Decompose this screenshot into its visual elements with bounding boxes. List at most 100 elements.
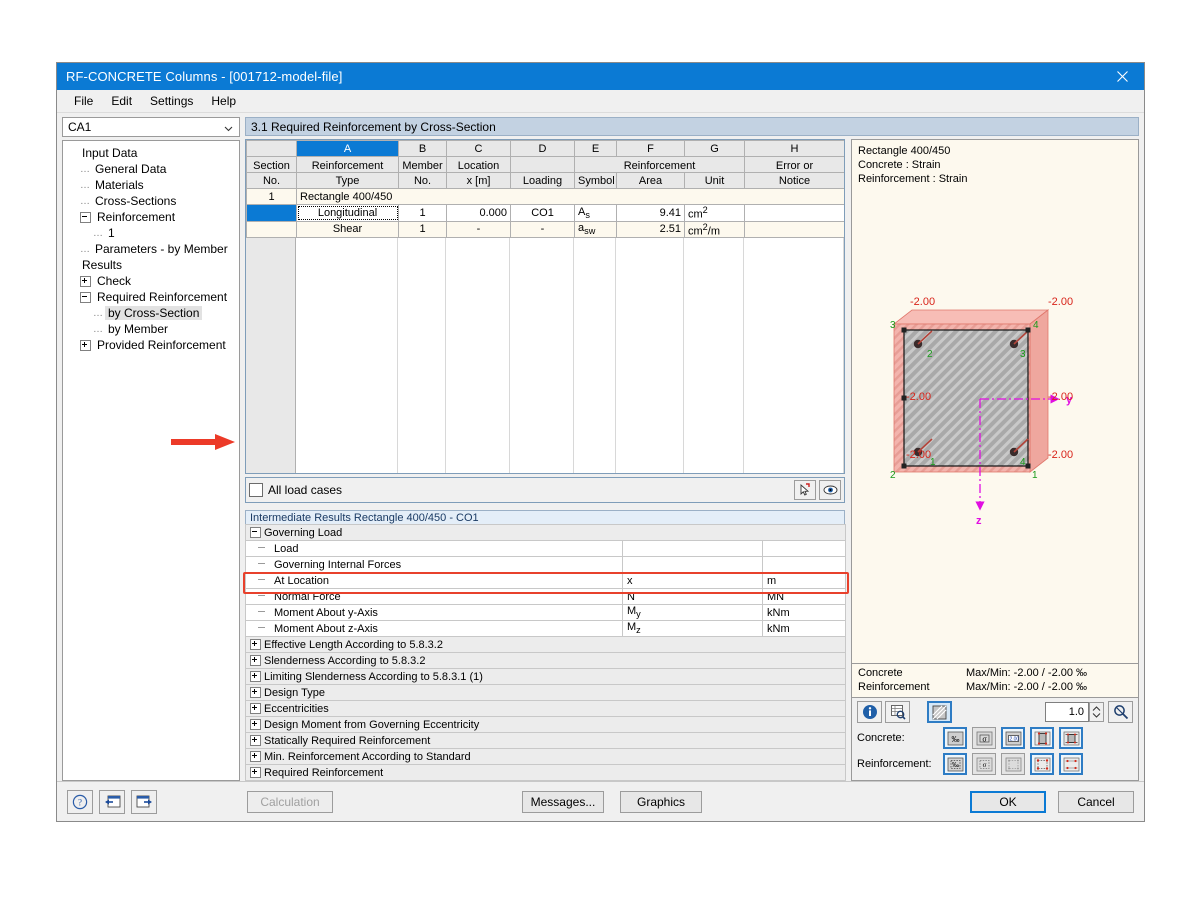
column-letter-f[interactable]: F (617, 141, 685, 157)
navigator-tree[interactable]: Input Data…General Data…Materials…Cross-… (62, 140, 240, 781)
tree-item-by-member[interactable]: …by Member (67, 321, 239, 337)
tree-item-materials[interactable]: …Materials (67, 177, 239, 193)
cross-section-view[interactable]: Rectangle 400/450 Concrete : Strain Rein… (851, 139, 1139, 664)
strain-permille-icon[interactable]: ‰ (943, 727, 967, 749)
expand-icon[interactable] (250, 719, 261, 730)
cell-member-no[interactable]: 1 (399, 221, 447, 238)
zoom-stepper[interactable] (1089, 702, 1104, 722)
intermediate-row[interactable]: Normal ForceN-3.38MN (246, 589, 846, 605)
table-row[interactable]: Longitudinal 1 0.000 CO1 As 9.41 cm2 (247, 205, 845, 222)
previous-view-icon[interactable] (99, 790, 125, 814)
value-box-icon[interactable]: -2.00 (1001, 727, 1025, 749)
intermediate-row[interactable]: At Locationx0.000m (246, 573, 846, 589)
column-letter-d[interactable]: D (511, 141, 575, 157)
cell-unit[interactable]: cm2/m (685, 221, 745, 238)
cell-unit[interactable]: cm2 (685, 205, 745, 222)
expand-icon[interactable] (250, 751, 261, 762)
expand-icon[interactable] (250, 735, 261, 746)
column-letter-h[interactable]: H (745, 141, 845, 157)
intermediate-group-row[interactable]: Eccentricities (246, 701, 846, 717)
intermediate-group-row[interactable]: Min. Reinforcement According to Standard (246, 749, 846, 765)
graphics-button[interactable]: Graphics (620, 791, 702, 813)
tree-item-check[interactable]: Check (67, 273, 239, 289)
eye-view-icon[interactable] (819, 480, 841, 500)
intermediate-group-row[interactable]: Required Reinforcement (246, 765, 846, 781)
ok-button[interactable]: OK (970, 791, 1046, 813)
cell-location[interactable]: - (447, 221, 511, 238)
hatch-pattern-icon[interactable] (927, 701, 952, 723)
rebar-labels-icon[interactable] (1059, 753, 1083, 775)
rebar-strain-icon[interactable]: ‰ (943, 753, 967, 775)
cell-reinforcement-type[interactable]: Longitudinal (297, 205, 399, 222)
menu-item-edit[interactable]: Edit (102, 92, 141, 110)
row-selector[interactable] (247, 205, 297, 222)
column-letter-c[interactable]: C (447, 141, 511, 157)
expand-icon[interactable] (80, 340, 91, 351)
collapse-icon[interactable] (250, 527, 261, 538)
intermediate-group-row[interactable]: Governing Load (246, 525, 846, 541)
table-group-row[interactable]: 1 Rectangle 400/450 (247, 189, 845, 205)
column-letter-g[interactable]: G (685, 141, 745, 157)
stress-sigma-icon[interactable]: σ (972, 727, 996, 749)
rebar-points-icon[interactable] (1030, 753, 1054, 775)
cell-member-no[interactable]: 1 (399, 205, 447, 222)
row-selector[interactable] (247, 221, 297, 238)
intermediate-row[interactable]: LoadCO1 (246, 541, 846, 557)
tree-item-parameters-by-member[interactable]: …Parameters - by Member (67, 241, 239, 257)
info-icon[interactable] (857, 701, 882, 723)
expand-icon[interactable] (250, 767, 261, 778)
tree-item-1[interactable]: …1 (67, 225, 239, 241)
tree-item-provided-reinforcement[interactable]: Provided Reinforcement (67, 337, 239, 353)
menu-item-file[interactable]: File (65, 92, 102, 110)
intermediate-group-row[interactable]: Design Moment from Governing Eccentricit… (246, 717, 846, 733)
cell-location[interactable]: 0.000 (447, 205, 511, 222)
tree-item-general-data[interactable]: …General Data (67, 161, 239, 177)
tree-item-reinforcement[interactable]: Reinforcement (67, 209, 239, 225)
cell-loading[interactable]: - (511, 221, 575, 238)
cell-area[interactable]: 2.51 (617, 221, 685, 238)
messages-button[interactable]: Messages... (522, 791, 604, 813)
tree-item-input-data[interactable]: Input Data (67, 145, 239, 161)
section-vertical-icon[interactable] (1030, 727, 1054, 749)
close-icon[interactable] (1100, 63, 1144, 90)
intermediate-results-table[interactable]: Governing LoadLoadCO1Governing Internal … (245, 524, 846, 781)
column-letter-e[interactable]: E (575, 141, 617, 157)
table-empty-area[interactable] (246, 238, 844, 473)
cell-symbol[interactable]: asw (575, 221, 617, 238)
cell-notice[interactable] (745, 221, 845, 238)
cell-loading[interactable]: CO1 (511, 205, 575, 222)
expand-icon[interactable] (80, 276, 91, 287)
intermediate-row[interactable]: Moment About y-AxisMy0.000kNm (246, 605, 846, 621)
calculation-button[interactable]: Calculation (247, 791, 333, 813)
column-letter-b[interactable]: B (399, 141, 447, 157)
table-view-icon[interactable] (885, 701, 910, 723)
zoom-factor-input[interactable]: 1.0 (1045, 702, 1089, 722)
cell-notice[interactable] (745, 205, 845, 222)
tree-item-cross-sections[interactable]: …Cross-Sections (67, 193, 239, 209)
cell-reinforcement-type[interactable]: Shear (297, 221, 399, 238)
menu-item-help[interactable]: Help (202, 92, 245, 110)
intermediate-group-row[interactable]: Limiting Slenderness According to 5.8.3.… (246, 669, 846, 685)
rebar-stress-icon[interactable]: σ (972, 753, 996, 775)
expand-icon[interactable] (250, 703, 261, 714)
intermediate-group-row[interactable]: Design Type (246, 685, 846, 701)
help-icon[interactable]: ? (67, 790, 93, 814)
all-load-cases-checkbox[interactable] (249, 483, 263, 497)
collapse-icon[interactable] (80, 292, 91, 303)
menu-item-settings[interactable]: Settings (141, 92, 202, 110)
section-points-icon[interactable] (1059, 727, 1083, 749)
cell-symbol[interactable]: As (575, 205, 617, 222)
tree-item-required-reinforcement[interactable]: Required Reinforcement (67, 289, 239, 305)
intermediate-group-row[interactable]: Statically Required Reinforcement (246, 733, 846, 749)
expand-icon[interactable] (250, 687, 261, 698)
tree-item-results[interactable]: Results (67, 257, 239, 273)
next-view-icon[interactable] (131, 790, 157, 814)
cell-area[interactable]: 9.41 (617, 205, 685, 222)
reinforcement-table[interactable]: A B C D E F G H Section Re (245, 139, 845, 474)
design-case-combo[interactable]: CA1 (62, 117, 240, 137)
intermediate-row[interactable]: Moment About z-AxisMz0.000kNm (246, 621, 846, 637)
collapse-icon[interactable] (80, 212, 91, 223)
cancel-button[interactable]: Cancel (1058, 791, 1134, 813)
zoom-reset-icon[interactable] (1108, 701, 1133, 723)
expand-icon[interactable] (250, 655, 261, 666)
